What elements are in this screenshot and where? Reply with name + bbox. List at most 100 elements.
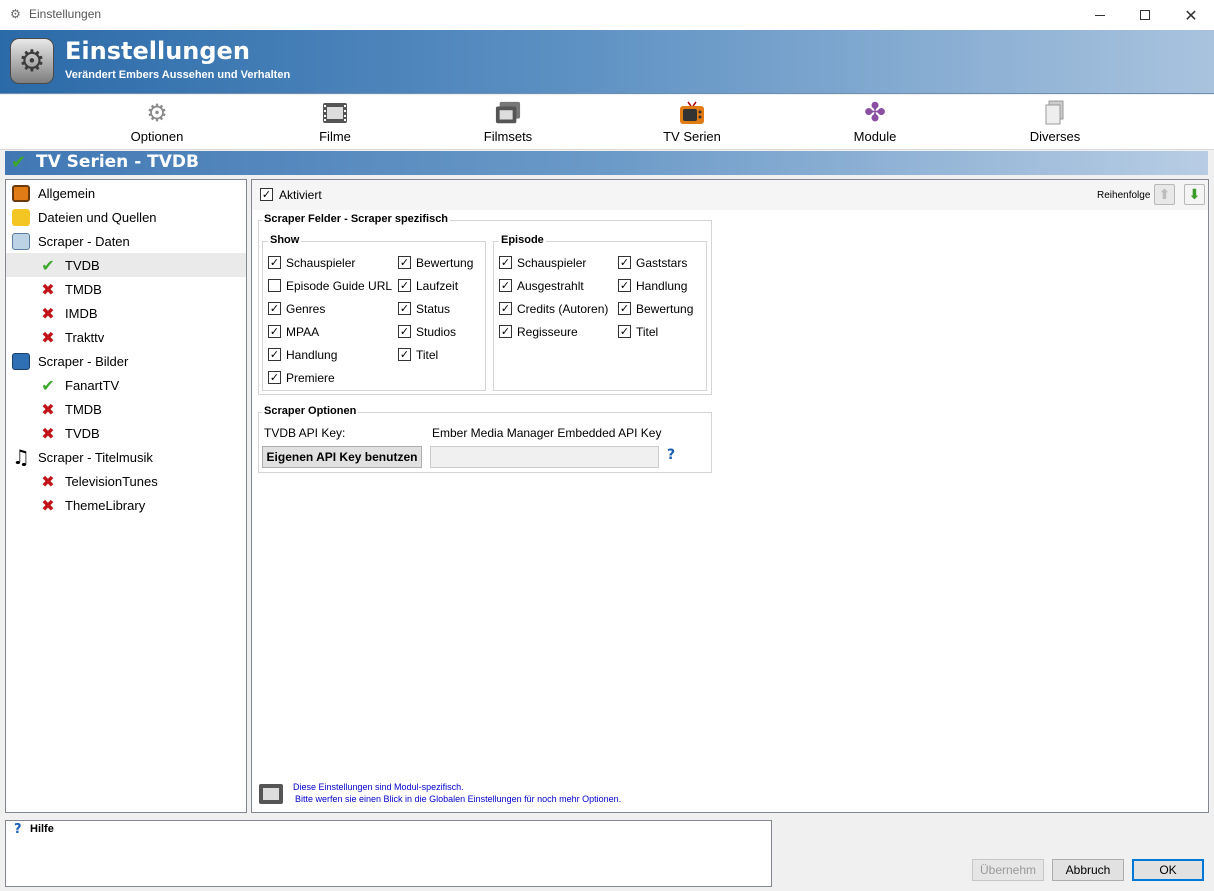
scraper-options-title: Scraper Optionen xyxy=(262,405,359,417)
toolbar-label: Diverses xyxy=(1029,129,1081,144)
arrow-down-icon: ⬇ xyxy=(1188,186,1201,203)
module-note-line1: Diese Einstellungen sind Modul-spezifisc… xyxy=(293,782,464,792)
checkbox-label: MPAA xyxy=(286,325,320,339)
episode-group-title: Episode xyxy=(499,234,546,246)
toolbar-label: Module xyxy=(853,129,897,144)
minimize-icon xyxy=(1095,14,1105,16)
category-toolbar: ⚙ Optionen Filme Filmsets TV Serien ✤ Mo… xyxy=(0,95,1214,150)
toolbar-filmsets[interactable]: Filmsets xyxy=(448,95,568,150)
apply-button[interactable]: Übernehm xyxy=(972,859,1044,881)
title-bar: ⚙ Einstellungen ✕ xyxy=(0,0,1214,30)
tree-item-allgemein[interactable]: Allgemein xyxy=(6,181,246,205)
help-title: Hilfe xyxy=(30,823,54,835)
toolbar-label: TV Serien xyxy=(663,129,721,144)
api-key-label: TVDB API Key: xyxy=(264,426,346,440)
toolbar-diverses[interactable]: Diverses xyxy=(995,95,1115,150)
show-schauspieler-checkbox[interactable]: ✓ xyxy=(268,256,281,269)
enabled-label: Aktiviert xyxy=(279,188,322,202)
enabled-checkbox[interactable]: ✓ xyxy=(260,188,273,201)
episode-gaststars-checkbox[interactable]: ✓ xyxy=(618,256,631,269)
enabled-check-icon: ✔ xyxy=(11,152,27,173)
checkbox-label: Titel xyxy=(416,348,439,362)
show-status-checkbox[interactable]: ✓ xyxy=(398,302,411,315)
disabled-x-icon: ✖ xyxy=(41,471,55,491)
toolbar-optionen[interactable]: ⚙ Optionen xyxy=(97,95,217,150)
button-label: Eigenen API Key benutzen xyxy=(266,450,418,464)
maximize-icon xyxy=(1140,10,1150,20)
show-episode-guide-url-checkbox[interactable] xyxy=(268,279,281,292)
tv-icon xyxy=(11,184,31,202)
tree-item-label: TVDB xyxy=(65,426,100,441)
episode-schauspieler-checkbox[interactable]: ✓ xyxy=(499,256,512,269)
tree-item-scraper-daten[interactable]: Scraper - Daten xyxy=(6,229,246,253)
ok-button[interactable]: OK xyxy=(1132,859,1204,881)
minimize-button[interactable] xyxy=(1077,0,1123,30)
episode-bewertung-checkbox[interactable]: ✓ xyxy=(618,302,631,315)
banner-subtitle: Verändert Embers Aussehen und Verhalten xyxy=(65,69,291,81)
api-key-value: Ember Media Manager Embedded API Key xyxy=(432,426,662,440)
show-bewertung-checkbox[interactable]: ✓ xyxy=(398,256,411,269)
help-question-icon: ? xyxy=(14,822,22,837)
maximize-button[interactable] xyxy=(1122,0,1168,30)
settings-app-icon: ⚙ xyxy=(10,38,54,84)
episode-handlung-checkbox[interactable]: ✓ xyxy=(618,279,631,292)
disabled-x-icon: ✖ xyxy=(41,279,55,299)
episode-credits-checkbox[interactable]: ✓ xyxy=(499,302,512,315)
tree-item-imdb[interactable]: ✖ IMDB xyxy=(6,301,246,325)
episode-titel-checkbox[interactable]: ✓ xyxy=(618,325,631,338)
show-laufzeit-checkbox[interactable]: ✓ xyxy=(398,279,411,292)
section-header: ✔ TV Serien - TVDB xyxy=(5,151,1208,175)
tree-item-tmdb-daten[interactable]: ✖ TMDB xyxy=(6,277,246,301)
episode-regisseure-checkbox[interactable]: ✓ xyxy=(499,325,512,338)
data-icon xyxy=(11,232,31,250)
move-up-button[interactable]: ⬆ xyxy=(1154,184,1175,205)
checkbox-label: Gaststars xyxy=(636,256,688,270)
show-premiere-checkbox[interactable]: ✓ xyxy=(268,371,281,384)
settings-tree: Allgemein Dateien und Quellen Scraper - … xyxy=(5,179,247,813)
tree-item-label: Dateien und Quellen xyxy=(38,210,157,225)
show-titel-checkbox[interactable]: ✓ xyxy=(398,348,411,361)
tree-item-scraper-titelmusik[interactable]: ♫ Scraper - Titelmusik xyxy=(6,445,246,469)
toolbar-filme[interactable]: Filme xyxy=(275,95,395,150)
tree-item-televisiontunes[interactable]: ✖ TelevisionTunes xyxy=(6,469,246,493)
enabled-check-icon: ✔ xyxy=(41,375,55,395)
show-genres-checkbox[interactable]: ✓ xyxy=(268,302,281,315)
checkbox-label: Regisseure xyxy=(517,325,578,339)
tree-item-scraper-bilder[interactable]: Scraper - Bilder xyxy=(6,349,246,373)
tree-item-tvdb-bilder[interactable]: ✖ TVDB xyxy=(6,421,246,445)
tv-icon xyxy=(679,100,705,126)
api-key-input[interactable] xyxy=(430,446,659,468)
header-banner: ⚙ Einstellungen Verändert Embers Aussehe… xyxy=(0,30,1214,94)
order-label: Reihenfolge xyxy=(1097,190,1151,201)
scraper-fields-title: Scraper Felder - Scraper spezifisch xyxy=(262,213,451,225)
toolbar-tv-serien[interactable]: TV Serien xyxy=(632,95,752,150)
tree-item-themelibrary[interactable]: ✖ ThemeLibrary xyxy=(6,493,246,517)
episode-ausgestrahlt-checkbox[interactable]: ✓ xyxy=(499,279,512,292)
tree-item-tvdb-daten[interactable]: ✔ TVDB xyxy=(6,253,246,277)
checkbox-label: Episode Guide URL xyxy=(286,279,393,293)
move-down-button[interactable]: ⬇ xyxy=(1184,184,1205,205)
tree-item-dateien[interactable]: Dateien und Quellen xyxy=(6,205,246,229)
checkbox-label: Ausgestrahlt xyxy=(517,279,584,293)
section-title: TV Serien - TVDB xyxy=(36,152,200,172)
custom-api-key-button[interactable]: Eigenen API Key benutzen xyxy=(262,446,422,468)
help-question-icon[interactable]: ? xyxy=(667,447,675,463)
module-note-line2: Bitte werfen sie einen Blick in die Glob… xyxy=(295,794,622,804)
show-studios-checkbox[interactable]: ✓ xyxy=(398,325,411,338)
tree-item-label: ThemeLibrary xyxy=(65,498,146,513)
cancel-button[interactable]: Abbruch xyxy=(1052,859,1124,881)
checkbox-label: Laufzeit xyxy=(416,279,459,293)
close-button[interactable]: ✕ xyxy=(1168,0,1214,30)
show-mpaa-checkbox[interactable]: ✓ xyxy=(268,325,281,338)
checkbox-label: Titel xyxy=(636,325,659,339)
toolbar-module[interactable]: ✤ Module xyxy=(815,95,935,150)
tree-item-label: IMDB xyxy=(65,306,98,321)
tree-item-fanarttv[interactable]: ✔ FanartTV xyxy=(6,373,246,397)
checkbox-label: Schauspieler xyxy=(286,256,356,270)
tree-item-tmdb-bilder[interactable]: ✖ TMDB xyxy=(6,397,246,421)
puzzle-icon: ✤ xyxy=(864,98,886,128)
tree-item-label: TMDB xyxy=(65,402,102,417)
tree-item-trakttv[interactable]: ✖ Trakttv xyxy=(6,325,246,349)
show-handlung-checkbox[interactable]: ✓ xyxy=(268,348,281,361)
toolbar-label: Filmsets xyxy=(483,129,533,144)
